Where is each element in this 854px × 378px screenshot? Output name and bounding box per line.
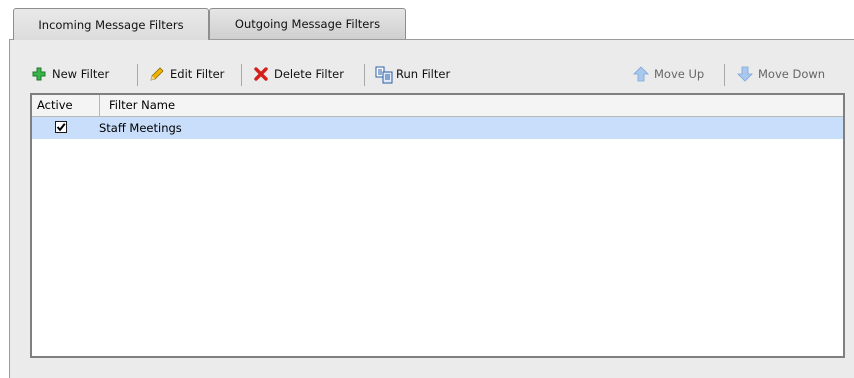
toolbar-separator [364, 64, 365, 86]
run-filter-button[interactable]: Run Filter [375, 62, 450, 86]
tab-incoming-message-filters[interactable]: Incoming Message Filters [13, 8, 209, 40]
toolbar-separator [137, 64, 138, 86]
new-filter-button[interactable]: New Filter [31, 62, 109, 86]
arrow-down-icon [737, 66, 753, 82]
column-header-filter-name[interactable]: Filter Name [100, 95, 843, 116]
edit-filter-button[interactable]: Edit Filter [149, 62, 224, 86]
toolbar-separator [724, 64, 725, 86]
plus-icon [31, 66, 47, 82]
run-filter-label: Run Filter [396, 67, 451, 81]
checkmark-icon [56, 123, 66, 132]
delete-filter-label: Delete Filter [274, 67, 344, 81]
filters-table: Active Filter Name Staff Meetings [30, 93, 845, 358]
column-header-active[interactable]: Active [32, 95, 100, 116]
move-down-button[interactable]: Move Down [737, 62, 825, 86]
table-header: Active Filter Name [32, 95, 843, 117]
delete-x-icon [253, 66, 269, 82]
filters-panel: New Filter Edit Filter Delete Filter Run… [9, 39, 854, 378]
tab-label: Incoming Message Filters [38, 17, 184, 32]
pencil-icon [149, 66, 165, 82]
table-row[interactable]: Staff Meetings [32, 117, 843, 139]
filter-toolbar: New Filter Edit Filter Delete Filter Run… [10, 40, 854, 90]
arrow-up-icon [633, 66, 649, 82]
run-filter-icon [375, 66, 393, 84]
filter-name-cell: Staff Meetings [99, 121, 182, 135]
new-filter-label: New Filter [52, 67, 110, 81]
tab-label: Outgoing Message Filters [234, 17, 381, 31]
move-down-label: Move Down [758, 67, 826, 81]
active-checkbox[interactable] [55, 121, 67, 133]
tab-outgoing-message-filters[interactable]: Outgoing Message Filters [209, 8, 406, 39]
delete-filter-button[interactable]: Delete Filter [253, 62, 344, 86]
edit-filter-label: Edit Filter [170, 67, 225, 81]
toolbar-separator [241, 64, 242, 86]
move-up-label: Move Up [654, 67, 705, 81]
move-up-button[interactable]: Move Up [633, 62, 704, 86]
